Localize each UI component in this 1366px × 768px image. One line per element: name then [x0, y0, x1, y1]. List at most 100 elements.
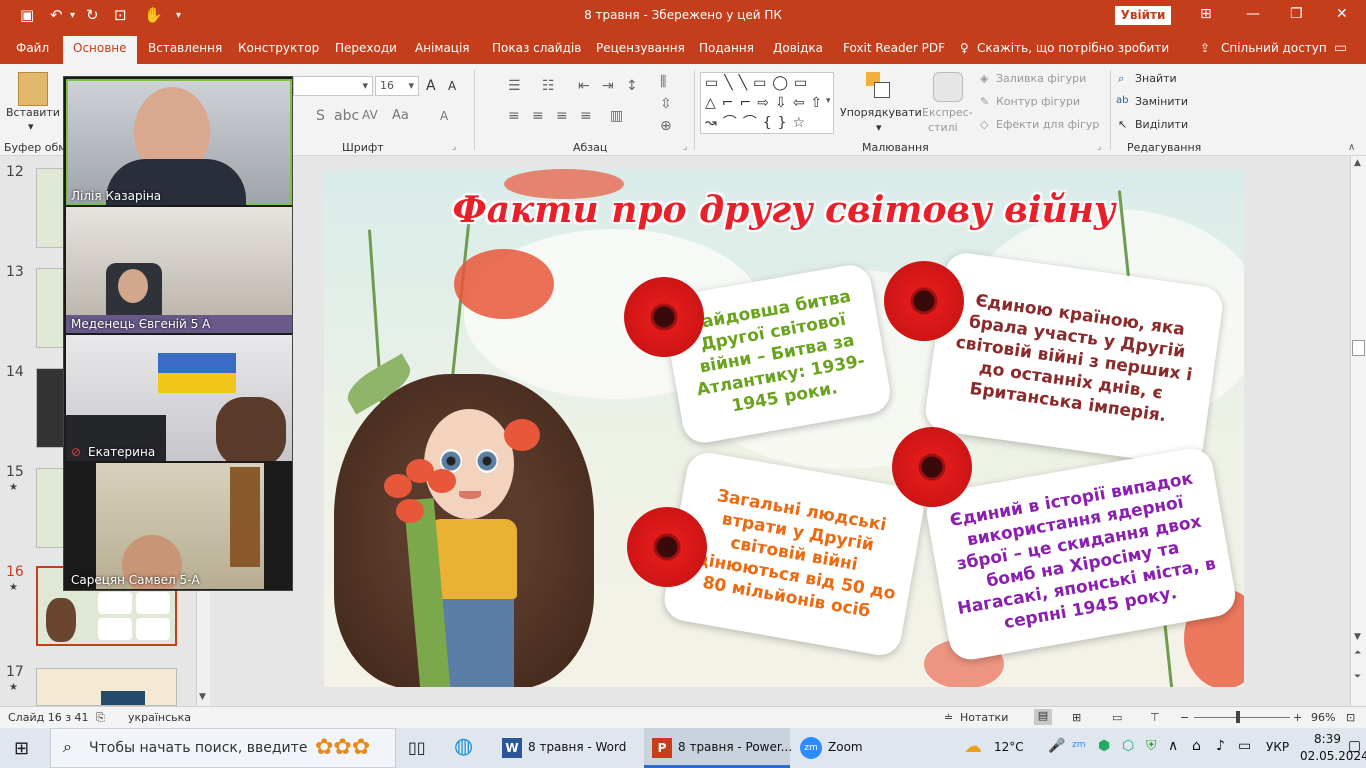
tab-transitions[interactable]: Переходи	[335, 41, 397, 55]
notes-button[interactable]: Нотатки	[960, 711, 1008, 724]
video-tile-4[interactable]: Сарецян Самвел 5-А	[66, 463, 292, 589]
clock-time[interactable]: 8:39	[1314, 732, 1341, 746]
next-slide-icon[interactable]: ⏷	[1354, 672, 1361, 682]
tab-animations[interactable]: Анімація	[415, 41, 470, 55]
arrange-button[interactable]: Упорядкувати	[840, 106, 922, 119]
shape-outline-button[interactable]: Контур фігури	[996, 95, 1080, 108]
slide-sorter-icon[interactable]: ⊞	[1072, 711, 1081, 724]
paste-dropdown-icon[interactable]: ▾	[28, 120, 34, 133]
volume-icon[interactable]: ♪	[1216, 738, 1225, 754]
zoom-tray-icon[interactable]: zm	[1072, 740, 1086, 750]
slide-title[interactable]: Факти про другу світову війну	[324, 189, 1244, 231]
tray-shield-icon[interactable]: ⛨	[1146, 738, 1157, 754]
slide-thumbnail-13[interactable]	[36, 268, 64, 348]
scroll-down-arrow-icon[interactable]: ▼	[199, 692, 206, 702]
close-button[interactable]: ✕	[1336, 6, 1348, 22]
font-size-field[interactable]: 16 ▾	[375, 76, 419, 96]
editor-vertical-scrollbar[interactable]: ▲ ▼ ⏶ ⏷	[1350, 156, 1366, 706]
weather-temperature[interactable]: 12°C	[994, 740, 1024, 754]
align-text-icon[interactable]: ⇳	[660, 96, 672, 112]
align-right-icon[interactable]: ≡	[556, 108, 568, 124]
justify-icon[interactable]: ≡	[580, 108, 592, 124]
tab-design[interactable]: Конструктор	[238, 41, 319, 55]
shapes-gallery[interactable]: ▭╲╲▭◯▭ △⌐⌐⇨⇩⇦⇧ ↝⌒⌒{}☆	[700, 72, 834, 134]
numbering-icon[interactable]: ☷	[542, 78, 555, 94]
taskbar-app-powerpoint[interactable]: P 8 травня - Power...	[644, 728, 792, 768]
tab-insert[interactable]: Вставлення	[148, 41, 222, 55]
grow-font-icon[interactable]: A	[426, 78, 436, 94]
scroll-thumb[interactable]	[1352, 340, 1365, 356]
fit-slide-icon[interactable]: ⊡	[1346, 711, 1355, 724]
shadow-text-icon[interactable]: S	[316, 108, 325, 124]
fact-card-2[interactable]: Єдиною країною, яка брала участь у Другі…	[922, 250, 1226, 468]
arrange-dropdown-icon[interactable]: ▾	[876, 121, 882, 134]
battery-icon[interactable]: ▭	[1238, 738, 1251, 754]
decrease-indent-icon[interactable]: ⇤	[578, 78, 590, 94]
tray-app-icon[interactable]: ⬢	[1098, 738, 1110, 754]
zoom-level[interactable]: 96%	[1311, 711, 1335, 724]
tray-chevron-icon[interactable]: ∧	[1168, 738, 1178, 754]
paste-icon[interactable]	[18, 72, 48, 106]
shape-fill-button[interactable]: Заливка фігури	[996, 72, 1086, 85]
zoom-slider-track[interactable]	[1194, 717, 1290, 718]
arrange-icon[interactable]	[866, 72, 892, 100]
zoom-out-icon[interactable]: −	[1180, 711, 1189, 724]
slide-canvas[interactable]: Факти про другу світову війну Найдовша б…	[324, 169, 1244, 687]
tab-foxit[interactable]: Foxit Reader PDF	[843, 41, 945, 55]
reading-view-icon[interactable]: ▭	[1112, 711, 1122, 724]
increase-indent-icon[interactable]: ⇥	[602, 78, 614, 94]
font-color-icon[interactable]: A	[440, 109, 448, 123]
select-button[interactable]: Виділити	[1135, 118, 1188, 131]
slide-thumbnail-17[interactable]	[36, 668, 177, 706]
line-spacing-icon[interactable]: ↕	[626, 78, 638, 94]
normal-view-icon[interactable]: ▤	[1034, 709, 1052, 725]
scroll-down-arrow-icon[interactable]: ▼	[1354, 632, 1361, 642]
shrink-font-icon[interactable]: A	[448, 79, 456, 93]
paragraph-dialog-launcher-icon[interactable]: ⌟	[683, 142, 687, 152]
zoom-in-icon[interactable]: +	[1293, 711, 1302, 724]
paste-button[interactable]: Вставити	[6, 106, 60, 119]
tab-home[interactable]: Основне	[63, 36, 137, 64]
edge-browser-icon[interactable]: ◍	[454, 734, 473, 759]
language-indicator[interactable]: українська	[128, 711, 191, 724]
notifications-icon[interactable]: ▢	[1348, 738, 1361, 754]
tell-me-search[interactable]: Скажіть, що потрібно зробити	[977, 41, 1169, 55]
tab-help[interactable]: Довідка	[773, 41, 823, 55]
quick-styles-label-1[interactable]: Експрес-	[922, 106, 973, 119]
align-center-icon[interactable]: ≡	[532, 108, 544, 124]
bullets-icon[interactable]: ☰	[508, 78, 521, 94]
change-case-icon[interactable]: Aa	[392, 108, 409, 123]
taskbar-app-word[interactable]: W 8 травня - Word	[494, 728, 640, 768]
tab-view[interactable]: Подання	[699, 41, 754, 55]
font-name-field[interactable]: ▾	[293, 76, 373, 96]
replace-button[interactable]: Замінити	[1135, 95, 1188, 108]
task-view-icon[interactable]: ▯▯	[408, 738, 426, 757]
share-button[interactable]: Спільний доступ	[1221, 41, 1327, 55]
slideshow-view-icon[interactable]: ⊤	[1150, 711, 1160, 724]
zoom-slider-thumb[interactable]	[1236, 711, 1240, 723]
drawing-dialog-launcher-icon[interactable]: ⌟	[1097, 142, 1101, 152]
video-tile-2[interactable]: Меденець Євгеній 5 А	[66, 207, 292, 333]
ribbon-display-icon[interactable]: ⊞	[1200, 6, 1212, 22]
shape-effects-button[interactable]: Ефекти для фігур	[996, 118, 1099, 131]
collapse-ribbon-icon[interactable]: ∧	[1348, 142, 1355, 153]
scroll-up-arrow-icon[interactable]: ▲	[1354, 158, 1361, 168]
tray-security-icon[interactable]: ⬡	[1122, 738, 1134, 754]
zoom-gallery-panel[interactable]: Лілія Казаріна Меденець Євгеній 5 А Екат…	[63, 76, 293, 591]
smartart-icon[interactable]: ⊕	[660, 118, 672, 134]
quick-styles-label-2[interactable]: стилі	[928, 121, 958, 134]
input-language-indicator[interactable]: УКР	[1266, 740, 1289, 754]
tab-slideshow[interactable]: Показ слайдів	[492, 41, 581, 55]
windows-start-icon[interactable]: ⊞	[14, 738, 29, 759]
tab-review[interactable]: Рецензування	[596, 41, 685, 55]
microphone-icon[interactable]: 🎤	[1048, 738, 1065, 754]
video-tile-1[interactable]: Лілія Казаріна	[66, 79, 292, 205]
minimize-button[interactable]: —	[1246, 6, 1260, 22]
strikethrough-icon[interactable]: abc	[334, 108, 359, 124]
previous-slide-icon[interactable]: ⏶	[1354, 648, 1361, 658]
maximize-button[interactable]: ❐	[1290, 6, 1303, 22]
quick-styles-icon[interactable]	[933, 72, 963, 102]
slide-thumbnail-15[interactable]	[36, 468, 64, 548]
text-direction-icon[interactable]: ⫼	[660, 74, 666, 90]
align-left-icon[interactable]: ≡	[508, 108, 520, 124]
